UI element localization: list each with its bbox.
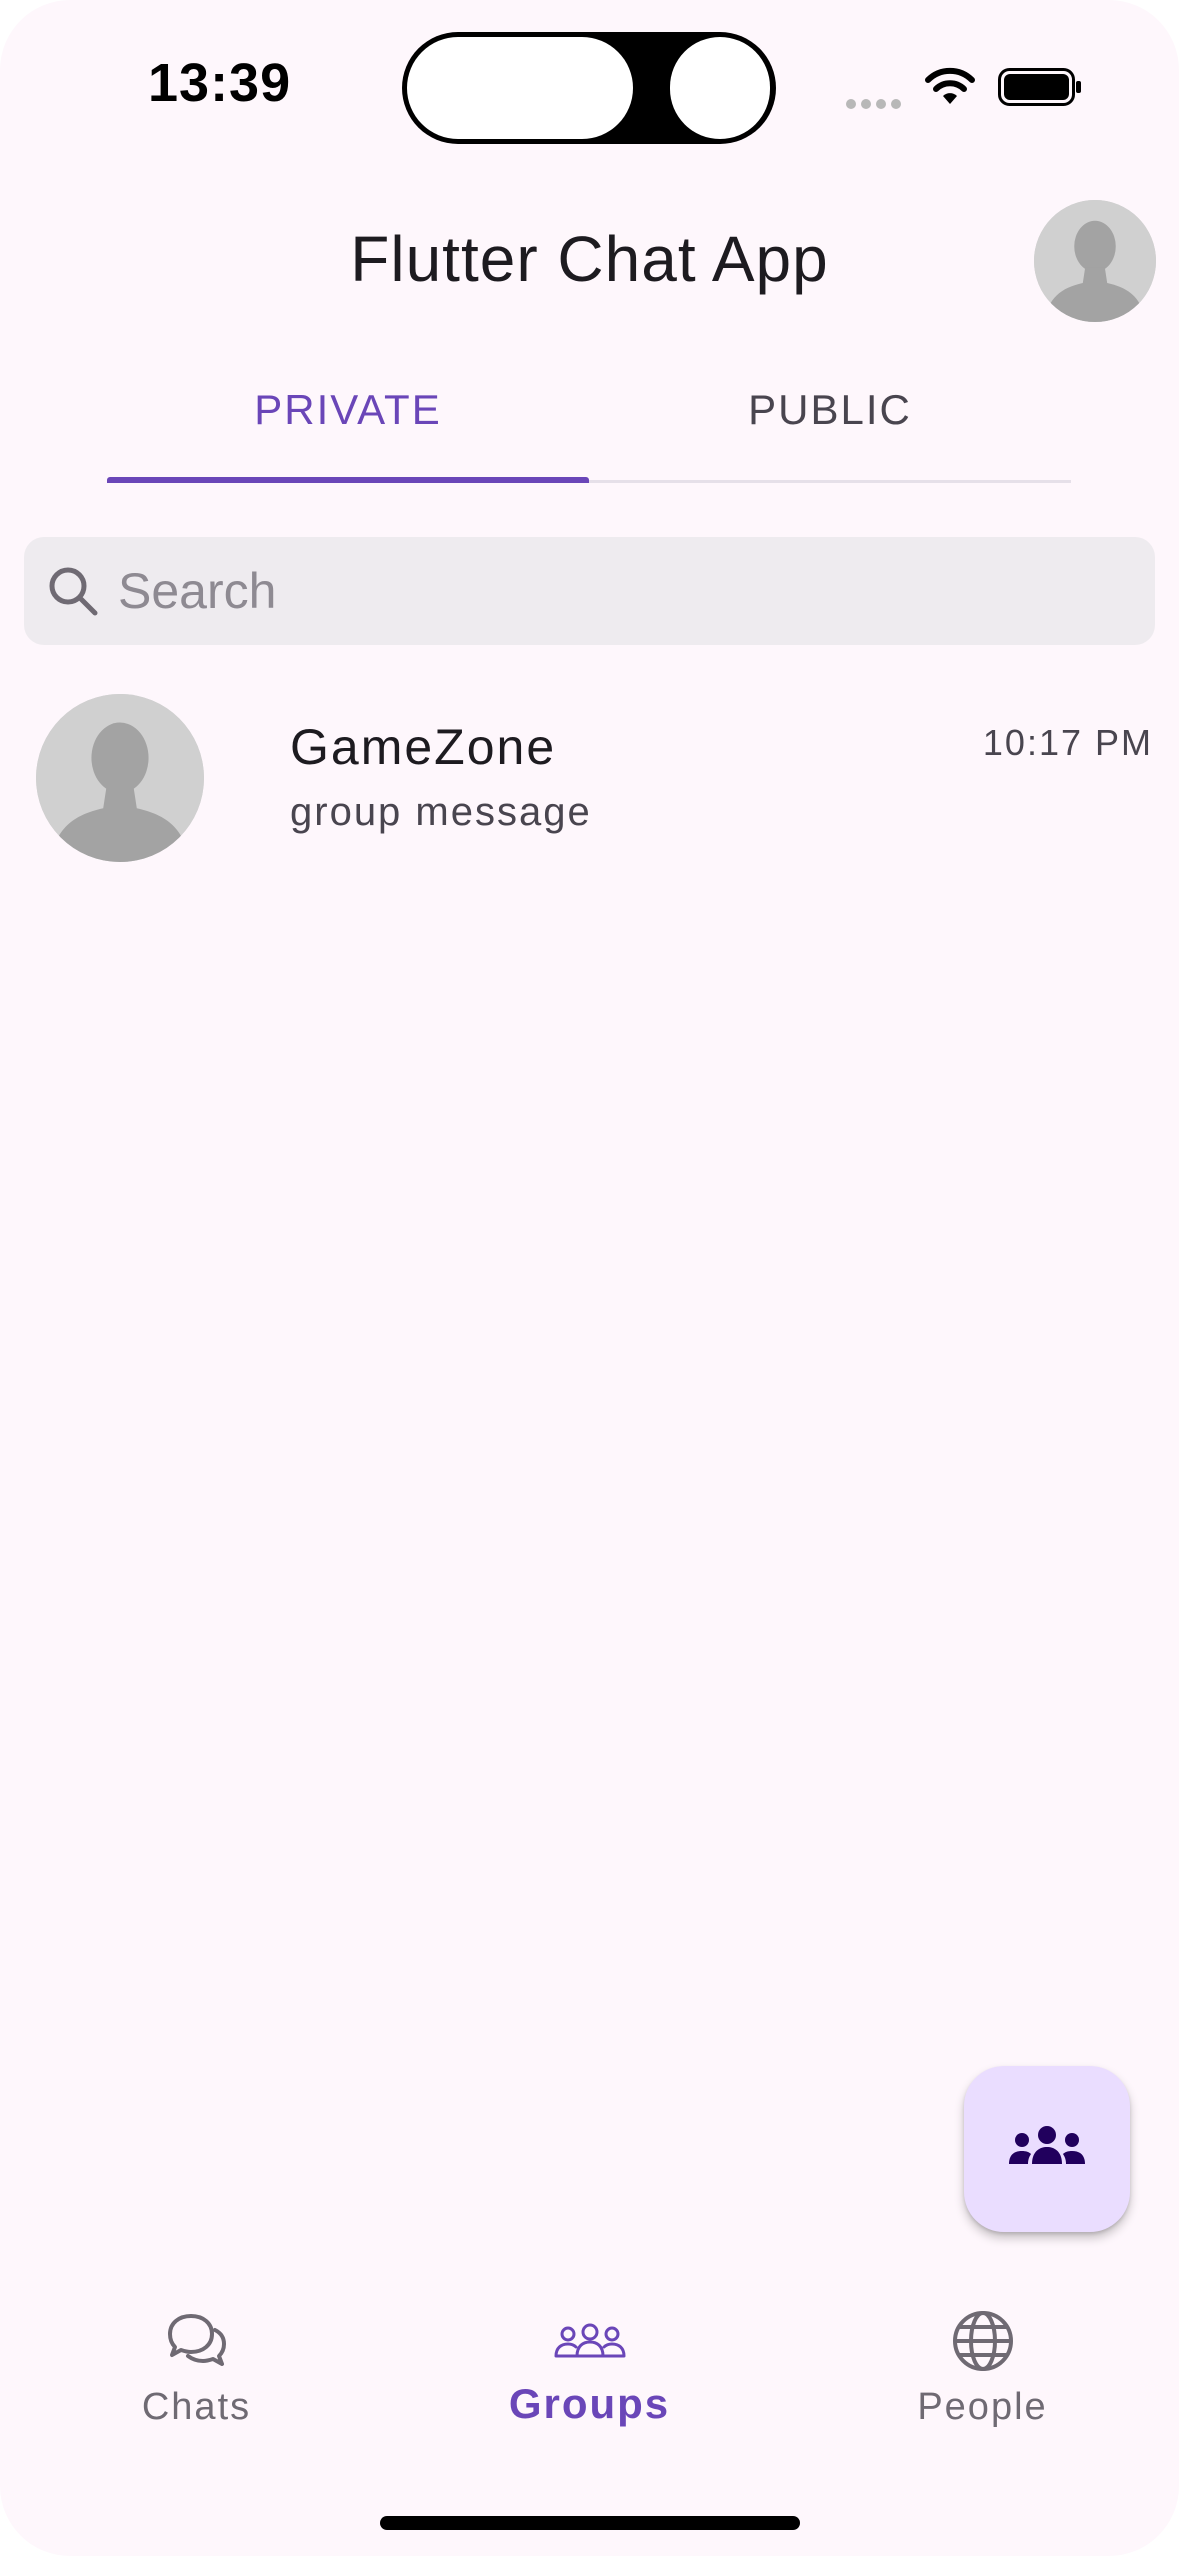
group-name: GameZone	[290, 719, 557, 775]
default-avatar-icon	[1034, 200, 1156, 322]
groups-outline-icon	[554, 2323, 626, 2358]
nav-label-people: People	[917, 2386, 1048, 2428]
search-bar[interactable]	[24, 537, 1155, 645]
list-item[interactable]: GameZone group message 10:17 PM	[0, 680, 1179, 876]
nav-item-groups[interactable]: Groups	[393, 2290, 786, 2440]
profile-avatar-button[interactable]	[1034, 200, 1156, 322]
globe-icon	[953, 2311, 1013, 2371]
page-title: Flutter Chat App	[350, 223, 829, 295]
default-avatar-icon	[36, 694, 204, 862]
status-time: 13:39	[148, 53, 292, 113]
nav-label-groups: Groups	[508, 2380, 671, 2427]
search-input[interactable]	[118, 551, 1118, 631]
app-screen: 13:39 Flutter Chat App PRIVATE PUBLIC Se…	[0, 0, 1179, 2556]
create-group-button[interactable]	[964, 2066, 1130, 2232]
wifi-icon	[925, 67, 975, 104]
chat-bubbles-icon	[168, 2314, 226, 2366]
tab-bar: PRIVATE PUBLIC	[107, 370, 1071, 486]
nav-item-people[interactable]: People	[786, 2290, 1179, 2440]
cellular-signal-icon	[846, 96, 906, 109]
message-time: 10:17 PM	[982, 722, 1153, 763]
bottom-navigation: Chats Groups People	[0, 2290, 1179, 2490]
home-indicator[interactable]	[380, 2516, 800, 2530]
dynamic-island	[402, 32, 776, 144]
tab-indicator	[107, 477, 589, 483]
tab-private[interactable]: PRIVATE	[107, 370, 589, 480]
last-message: group message	[290, 790, 592, 834]
nav-label-chats: Chats	[141, 2386, 252, 2428]
groups-icon	[1009, 2126, 1085, 2164]
tab-public[interactable]: PUBLIC	[589, 370, 1071, 480]
battery-icon	[998, 68, 1081, 106]
nav-item-chats[interactable]: Chats	[0, 2290, 393, 2440]
search-icon	[49, 567, 98, 616]
avatar	[36, 694, 204, 862]
